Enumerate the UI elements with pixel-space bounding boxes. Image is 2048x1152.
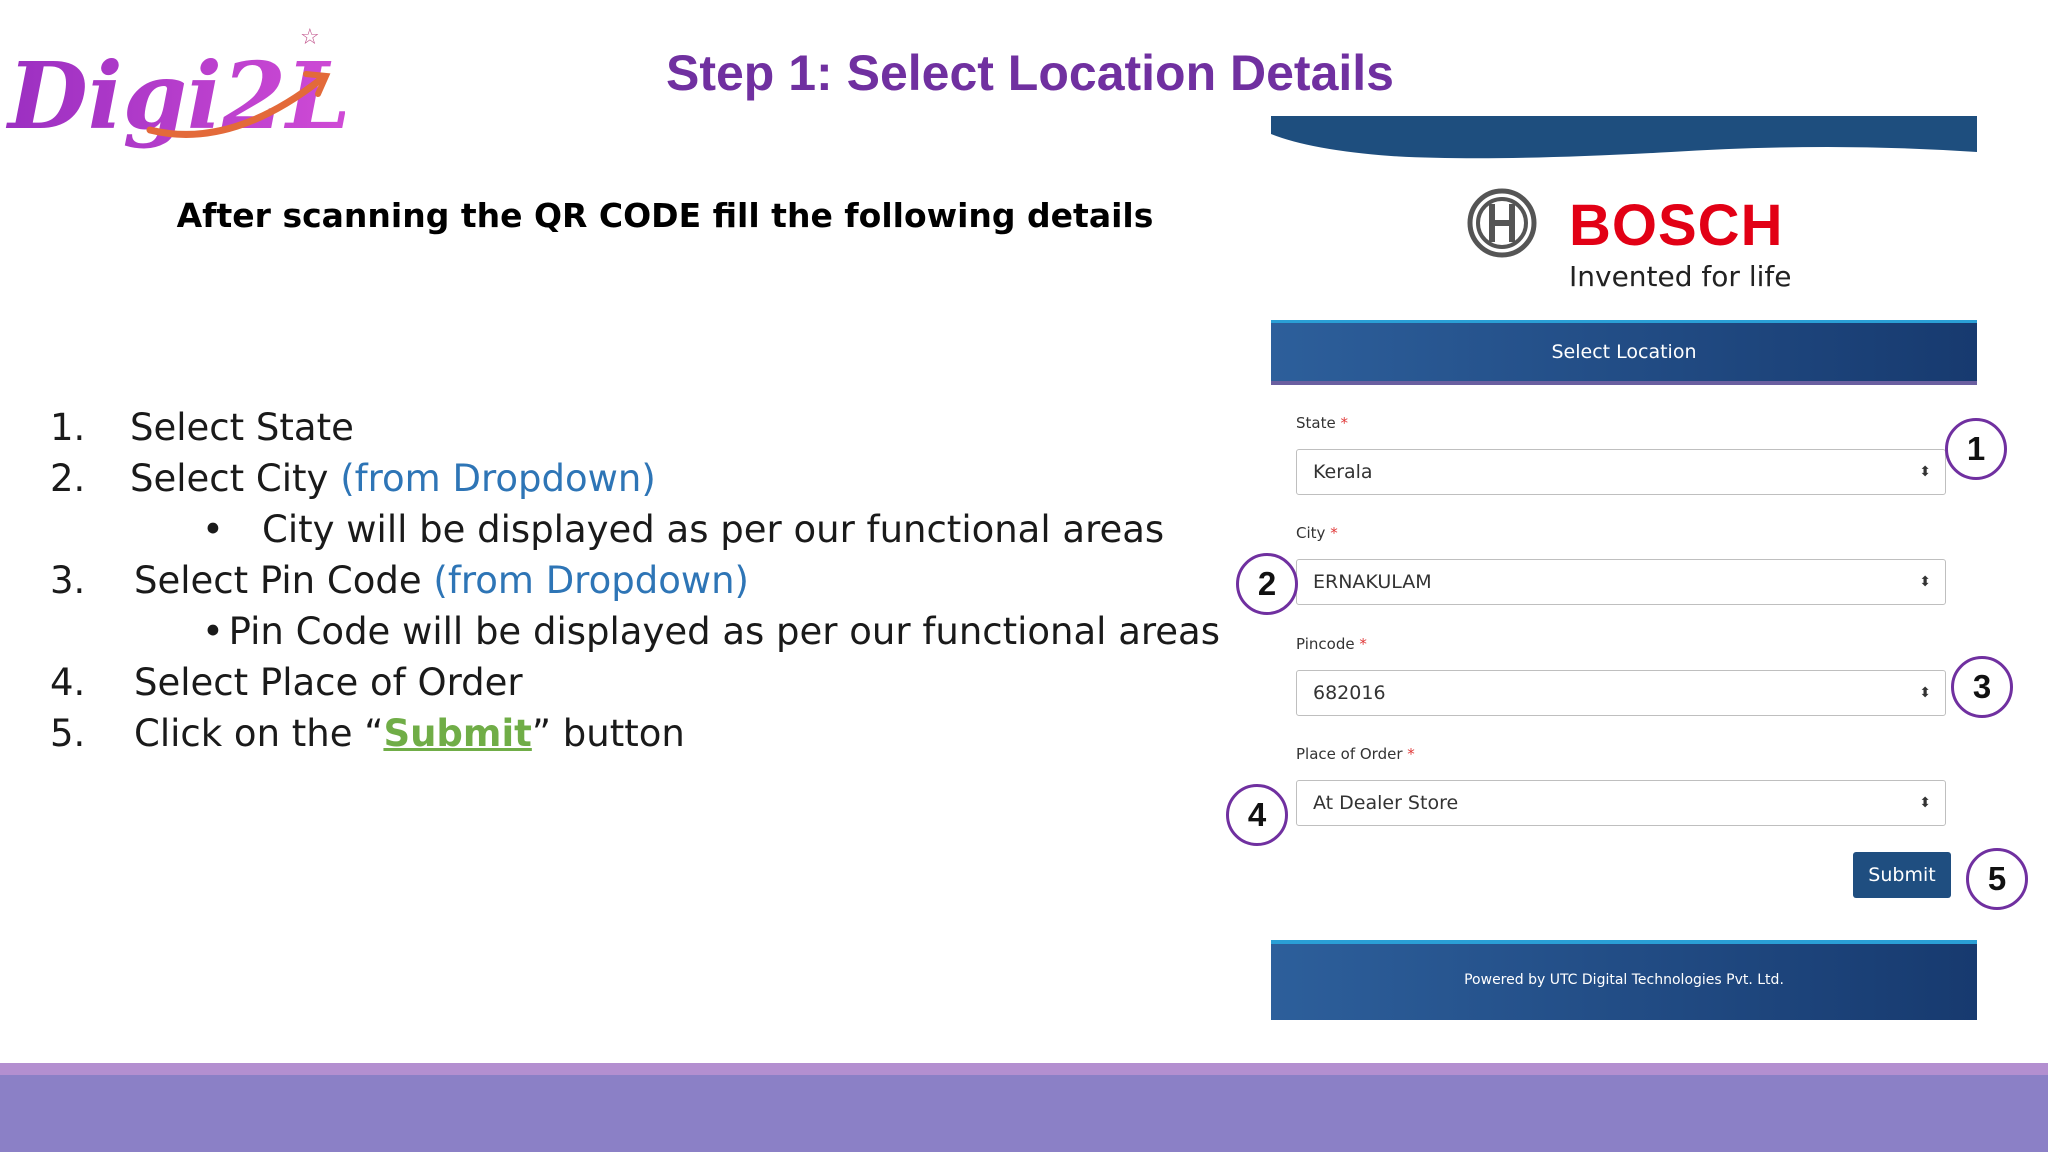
logo-star-icon: ☆ (300, 25, 320, 50)
city-label: City * (1296, 524, 1338, 542)
step-number: 3. (50, 559, 86, 602)
step-3-bullet: • Pin Code will be displayed as per our … (50, 606, 1220, 657)
step-number: 2. (50, 457, 86, 500)
required-marker: * (1359, 635, 1367, 653)
step-5: 5. Click on the “ Submit ” button (50, 708, 1220, 759)
pincode-label: Pincode * (1296, 635, 1367, 653)
select-location-header: Select Location (1271, 320, 1977, 385)
place-label-text: Place of Order (1296, 745, 1403, 763)
city-label-text: City (1296, 524, 1326, 542)
page-title: Step 1: Select Location Details (666, 45, 1394, 101)
step-text: Select Pin Code (134, 559, 434, 602)
bullet-icon: • (202, 508, 224, 551)
pincode-label-text: Pincode (1296, 635, 1355, 653)
marker-3: 3 (1951, 656, 2013, 718)
select-caret-icon: ⬍ (1919, 685, 1931, 701)
step-note: (from Dropdown) (340, 457, 656, 500)
state-label-text: State (1296, 414, 1336, 432)
select-caret-icon: ⬍ (1919, 574, 1931, 590)
submit-reference: Submit (383, 712, 532, 755)
powered-by-footer: Powered by UTC Digital Technologies Pvt.… (1271, 940, 1977, 1020)
step-3: 3. Select Pin Code (from Dropdown) (50, 555, 1220, 606)
step-number: 5. (50, 712, 86, 755)
step-text-end: ” button (531, 712, 685, 755)
pincode-selected-value: 682016 (1313, 682, 1386, 704)
header-wave (1271, 116, 1977, 159)
place-of-order-label: Place of Order * (1296, 745, 1415, 763)
step-2-bullet: • City will be displayed as per our func… (50, 504, 1220, 555)
required-marker: * (1407, 745, 1415, 763)
bullet-text: Pin Code will be displayed as per our fu… (228, 610, 1220, 653)
step-note: (from Dropdown) (433, 559, 749, 602)
marker-1: 1 (1945, 418, 2007, 480)
place-selected-value: At Dealer Store (1313, 792, 1459, 814)
submit-button[interactable]: Submit (1853, 852, 1951, 898)
footer-bar (0, 1075, 2048, 1152)
step-4: 4. Select Place of Order (50, 657, 1220, 708)
city-select[interactable]: ERNAKULAM ⬍ (1296, 559, 1946, 605)
bosch-brand-name: BOSCH (1569, 193, 1784, 258)
select-caret-icon: ⬍ (1919, 464, 1931, 480)
location-form-panel: BOSCH Invented for life Select Location … (1271, 116, 1977, 1020)
step-text: Select Place of Order (134, 661, 523, 704)
step-text: Click on the “ (134, 712, 384, 755)
digi2l-logo: Digi2L ☆ (5, 25, 345, 150)
marker-2: 2 (1236, 553, 1298, 615)
step-1: 1. Select State (50, 402, 1220, 453)
step-number: 1. (50, 406, 86, 449)
city-selected-value: ERNAKULAM (1313, 571, 1432, 593)
step-number: 4. (50, 661, 86, 704)
required-marker: * (1330, 524, 1338, 542)
select-caret-icon: ⬍ (1919, 795, 1931, 811)
place-of-order-select[interactable]: At Dealer Store ⬍ (1296, 780, 1946, 826)
instruction-subtitle: After scanning the QR CODE fill the foll… (176, 196, 1154, 235)
footer-stripe (0, 1063, 2048, 1075)
step-text: Select City (130, 457, 341, 500)
pincode-select[interactable]: 682016 ⬍ (1296, 670, 1946, 716)
state-selected-value: Kerala (1313, 461, 1373, 483)
bosch-tagline: Invented for life (1569, 260, 1792, 293)
step-text: Select State (130, 406, 354, 449)
required-marker: * (1340, 414, 1349, 432)
steps-list: 1. Select State 2. Select City (from Dro… (50, 402, 1220, 759)
bosch-logo-icon (1467, 188, 1537, 258)
bullet-icon: • (202, 610, 224, 653)
bullet-text: City will be displayed as per our functi… (262, 508, 1165, 551)
marker-4: 4 (1226, 784, 1288, 846)
state-select[interactable]: Kerala ⬍ (1296, 449, 1946, 495)
state-label: State * (1296, 414, 1348, 432)
step-2: 2. Select City (from Dropdown) (50, 453, 1220, 504)
marker-5: 5 (1966, 848, 2028, 910)
